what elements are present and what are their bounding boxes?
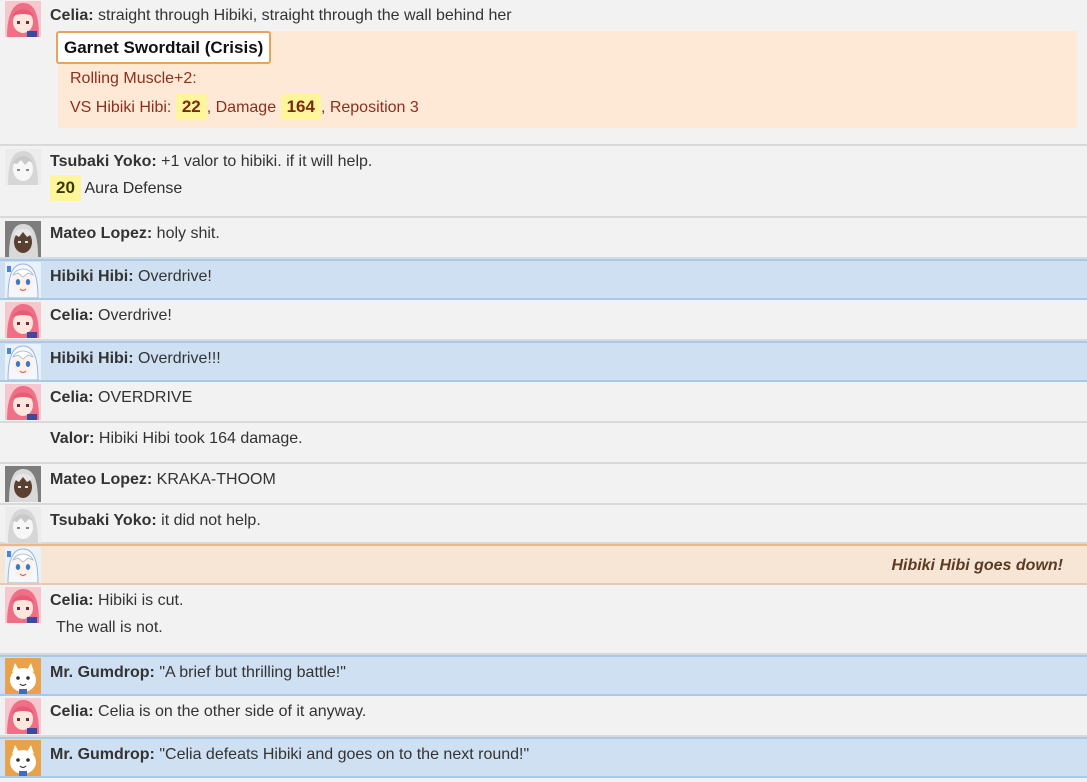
defense-label: Aura Defense (84, 180, 183, 197)
speaker-name: Celia: (50, 389, 94, 406)
speaker-name: Celia: (50, 592, 94, 609)
celia-avatar-icon[interactable] (5, 384, 41, 420)
speaker-name: Celia: (50, 703, 94, 720)
message-text: "A brief but thrilling battle!" (159, 664, 346, 681)
message-text: +1 valor to hibiki. if it will help. (161, 153, 373, 170)
defense-line: 20 Aura Defense (50, 175, 1077, 201)
gumdrop-avatar-icon[interactable] (5, 740, 41, 776)
message-text: holy shit. (156, 225, 220, 242)
roll-stat-line: Rolling Muscle+2: (70, 70, 197, 87)
damage-label: , Damage (206, 99, 277, 116)
speaker-name: Celia: (50, 7, 94, 24)
message-text: OVERDRIVE (98, 389, 193, 406)
message-text: Overdrive! (138, 268, 212, 285)
mateo-avatar-icon[interactable] (5, 466, 41, 502)
chat-message: Celia: Celia is on the other side of it … (0, 696, 1087, 737)
hibiki-avatar-icon[interactable] (5, 547, 41, 583)
speaker-name: Mr. Gumdrop: (50, 746, 155, 763)
celia-avatar-icon[interactable] (5, 302, 41, 338)
roll-result-box: Garnet Swordtail (Crisis) Rolling Muscle… (56, 31, 1077, 128)
hibiki-avatar-icon[interactable] (5, 344, 41, 380)
speaker-name: Mateo Lopez: (50, 225, 153, 242)
roll-title: Garnet Swordtail (Crisis) (56, 31, 272, 64)
hibiki-avatar-icon[interactable] (5, 262, 41, 298)
reposition-label: , Reposition 3 (320, 99, 419, 116)
message-text: Overdrive! (98, 307, 172, 324)
speaker-name: Celia: (50, 307, 94, 324)
mateo-avatar-icon[interactable] (5, 221, 41, 257)
chat-message: Mr. Gumdrop: "Celia defeats Hibiki and g… (0, 737, 1087, 778)
message-text: it did not help. (161, 512, 261, 529)
celia-avatar-icon[interactable] (5, 698, 41, 734)
celia-avatar-icon[interactable] (5, 1, 41, 37)
chat-message: Mateo Lopez: KRAKA-THOOM (0, 464, 1087, 505)
chat-log: Celia: straight through Hibiki, straight… (0, 0, 1087, 778)
speaker-name: Valor: (50, 430, 95, 447)
chat-message: Celia: straight through Hibiki, straight… (0, 0, 1087, 146)
chat-message: Tsubaki Yoko: it did not help. (0, 505, 1087, 544)
speaker-name: Hibiki Hibi: (50, 350, 134, 367)
chat-message: Tsubaki Yoko: +1 valor to hibiki. if it … (0, 146, 1087, 218)
gumdrop-avatar-icon[interactable] (5, 658, 41, 694)
celia-avatar-icon[interactable] (5, 587, 41, 623)
tsubaki-avatar-icon[interactable] (5, 507, 41, 543)
message-continuation: The wall is not. (56, 619, 163, 636)
tsubaki-avatar-icon[interactable] (5, 149, 41, 185)
message-text: Overdrive!!! (138, 350, 221, 367)
damage-badge: 164 (280, 94, 321, 120)
speaker-name: Mateo Lopez: (50, 471, 153, 488)
message-text: Celia is on the other side of it anyway. (98, 703, 367, 720)
knockout-status-text: Hibiki Hibi goes down! (891, 557, 1063, 574)
speaker-name: Tsubaki Yoko: (50, 512, 157, 529)
chat-message: Celia: Hibiki is cut. The wall is not. (0, 585, 1087, 655)
message-text: "Celia defeats Hibiki and goes on to the… (159, 746, 530, 763)
message-text: KRAKA-THOOM (156, 471, 276, 488)
chat-message: Celia: Overdrive! (0, 300, 1087, 341)
roll-result-line: VS Hibiki Hibi: 22, Damage 164, Repositi… (70, 94, 1077, 120)
accuracy-badge: 22 (175, 94, 207, 120)
message-text: Hibiki Hibi took 164 damage. (98, 430, 303, 447)
speaker-name: Hibiki Hibi: (50, 268, 134, 285)
chat-message: Celia: OVERDRIVE (0, 382, 1087, 423)
speaker-name: Tsubaki Yoko: (50, 153, 157, 170)
defense-badge: 20 (50, 175, 81, 201)
vs-label: VS Hibiki Hibi: (70, 99, 172, 116)
chat-message: Valor: Hibiki Hibi took 164 damage. (0, 423, 1087, 464)
chat-message: Hibiki Hibi: Overdrive! (0, 259, 1087, 300)
message-text: straight through Hibiki, straight throug… (98, 7, 512, 24)
chat-message: Mateo Lopez: holy shit. (0, 218, 1087, 259)
knockout-status-row: Hibiki Hibi goes down! (0, 544, 1087, 585)
speaker-name: Mr. Gumdrop: (50, 664, 155, 681)
chat-message: Hibiki Hibi: Overdrive!!! (0, 341, 1087, 382)
message-text: Hibiki is cut. (98, 592, 184, 609)
chat-message: Mr. Gumdrop: "A brief but thrilling batt… (0, 655, 1087, 696)
